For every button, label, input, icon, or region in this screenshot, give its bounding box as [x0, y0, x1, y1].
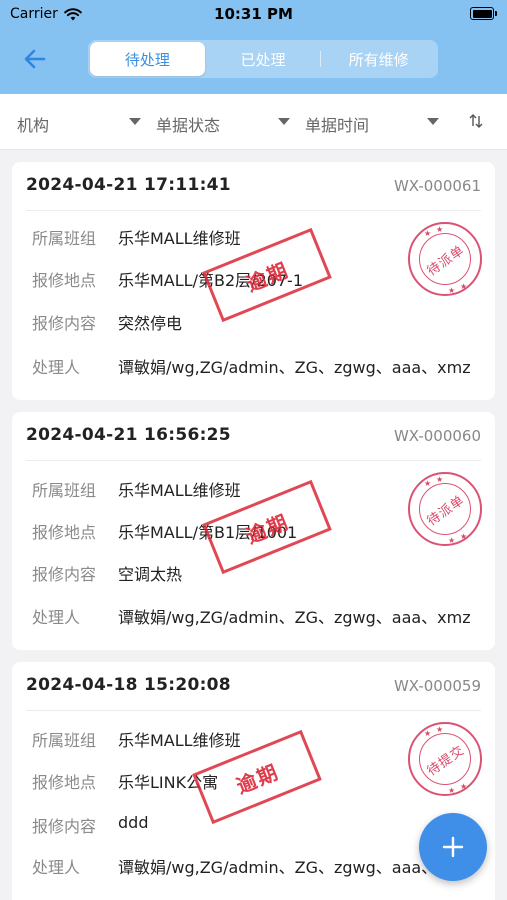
card-code: WX-000061	[393, 177, 481, 195]
card-datetime: 2024-04-21 17:11:41	[26, 175, 231, 195]
caret-down-icon[interactable]	[427, 118, 439, 125]
card-header: 2024-04-18 15:20:08 WX-000059	[26, 662, 481, 711]
status-bar: Carrier 10:31 PM	[0, 0, 507, 30]
add-button[interactable]	[419, 813, 487, 881]
caret-down-icon[interactable]	[278, 118, 290, 125]
filter-time[interactable]: 单据时间	[305, 112, 369, 136]
clock: 10:31 PM	[214, 5, 293, 23]
card-header: 2024-04-21 16:56:25 WX-000060	[26, 412, 481, 461]
back-arrow-icon[interactable]	[20, 44, 50, 74]
filter-org[interactable]: 机构	[17, 112, 49, 136]
add-icon	[442, 836, 464, 858]
card-datetime: 2024-04-18 15:20:08	[26, 675, 231, 695]
tab-all-repairs[interactable]: 所有维修	[321, 42, 436, 76]
card-datetime: 2024-04-21 16:56:25	[26, 425, 231, 445]
header: Carrier 10:31 PM 待处理 已处理 所有维修	[0, 0, 507, 94]
tab-pending[interactable]: 待处理	[90, 42, 205, 76]
sort-icon[interactable]	[468, 112, 484, 130]
row-location: 报修地点 乐华LINK公寓	[32, 773, 219, 792]
row-content: 报修内容 ddd	[32, 813, 149, 836]
row-content: 报修内容 突然停电	[32, 314, 183, 333]
row-group: 所属班组 乐华MALL维修班	[32, 481, 241, 500]
status-tabs: 待处理 已处理 所有维修	[88, 40, 438, 78]
card-header: 2024-04-21 17:11:41 WX-000061	[26, 162, 481, 211]
row-handler: 处理人 谭敏娟/wg,ZG/admin、ZG、zgwg、aaa、xmz	[32, 608, 471, 627]
status-stamp: ★ ★ ★ ★ 待派单	[408, 472, 482, 546]
filter-bar: 机构 单据状态 单据时间	[0, 94, 507, 150]
row-group: 所属班组 乐华MALL维修班	[32, 731, 241, 750]
status-stamp: ★ ★ ★ ★ 待派单	[408, 222, 482, 296]
card-code: WX-000059	[393, 677, 481, 695]
row-content: 报修内容 空调太热	[32, 565, 183, 584]
tab-processed[interactable]: 已处理	[206, 42, 321, 76]
row-handler: 处理人 谭敏娟/wg,ZG/admin、ZG、zgwg、aaa、xmz	[32, 358, 471, 377]
filter-status[interactable]: 单据状态	[156, 112, 220, 136]
battery-icon	[470, 7, 497, 20]
row-group: 所属班组 乐华MALL维修班	[32, 229, 241, 248]
caret-down-icon[interactable]	[129, 118, 141, 125]
repair-card[interactable]: 2024-04-21 17:11:41 WX-000061 所属班组 乐华MAL…	[12, 162, 495, 400]
row-handler: 处理人 谭敏娟/wg,ZG/admin、ZG、zgwg、aaa、xmz	[32, 858, 471, 877]
repair-card[interactable]: 2024-04-18 15:20:08 WX-000059 所属班组 乐华MAL…	[12, 662, 495, 900]
card-code: WX-000060	[393, 427, 481, 445]
status-stamp: ★ ★ ★ ★ 待提交	[408, 722, 482, 796]
repair-card[interactable]: 2024-04-21 16:56:25 WX-000060 所属班组 乐华MAL…	[12, 412, 495, 650]
